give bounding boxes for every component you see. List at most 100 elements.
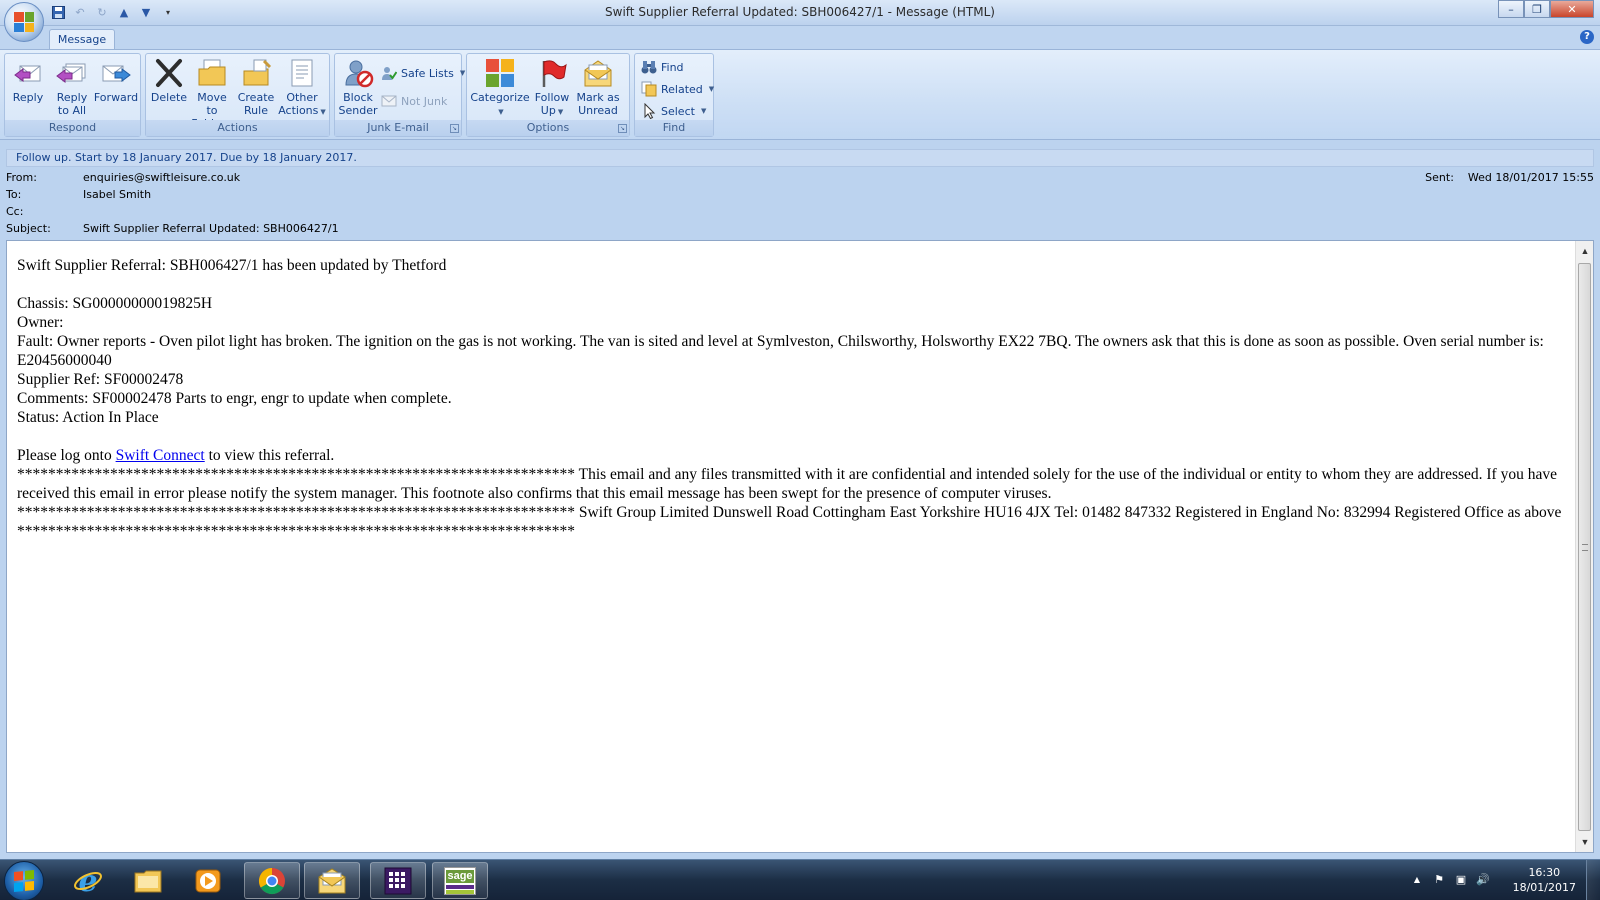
header-sent: Sent: Wed 18/01/2017 15:55 xyxy=(1425,169,1594,186)
network-icon[interactable]: ▣ xyxy=(1454,873,1468,887)
system-clock[interactable]: 16:30 18/01/2017 xyxy=(1513,865,1576,895)
body-disclaimer: ****************************************… xyxy=(17,466,1557,502)
subject-label: Subject: xyxy=(6,222,51,235)
move-to-folder-button[interactable]: Move to Folder▼ xyxy=(190,57,234,130)
cc-label: Cc: xyxy=(6,205,24,218)
taskbar-outlook[interactable] xyxy=(304,862,360,899)
swift-connect-link[interactable]: Swift Connect xyxy=(116,447,205,464)
subject-value: Swift Supplier Referral Updated: SBH0064… xyxy=(83,222,339,235)
follow-up-infobar[interactable]: Follow up. Start by 18 January 2017. Due… xyxy=(6,149,1594,167)
group-find: Find Related ▼ Select ▼ Find xyxy=(634,53,714,137)
body-intro: Swift Supplier Referral: SBH006427/1 has… xyxy=(17,257,447,274)
tab-message[interactable]: Message xyxy=(49,29,115,50)
body-comments: Comments: SF00002478 Parts to engr, engr… xyxy=(17,390,452,407)
ribbon-tab-row: Message ? xyxy=(0,26,1600,50)
group-junk-email: Block Sender Safe Lists ▼ Not Junk Junk E… xyxy=(334,53,465,137)
windows-logo-icon xyxy=(14,869,34,893)
header-to: To: Isabel Smith xyxy=(6,186,1306,203)
volume-icon[interactable]: 🔊 xyxy=(1476,873,1490,887)
body-fault: Fault: Owner reports - Oven pilot light … xyxy=(17,333,1544,369)
to-label: To: xyxy=(6,188,22,201)
follow-up-button[interactable]: Follow Up ▼ xyxy=(531,57,573,119)
create-rule-icon xyxy=(240,57,272,89)
not-junk-button[interactable]: Not Junk xyxy=(381,92,447,110)
action-center-flag-icon[interactable]: ⚑ xyxy=(1432,873,1446,887)
show-desktop-button[interactable] xyxy=(1586,860,1600,900)
group-options: Categorize ▼ Follow Up ▼ Mark as Unread O… xyxy=(466,53,630,137)
taskbar: e sage ▲ ⚑ ▣ 🔊 16:30 18/01/2017 xyxy=(0,859,1600,900)
reply-icon xyxy=(12,57,44,89)
reply-button[interactable]: Reply xyxy=(9,57,47,119)
start-button[interactable] xyxy=(4,861,44,900)
related-icon xyxy=(641,81,657,97)
other-actions-icon xyxy=(286,57,318,89)
taskbar-file-explorer[interactable] xyxy=(120,862,176,899)
to-value[interactable]: Isabel Smith xyxy=(83,186,151,203)
folder-icon xyxy=(134,870,162,892)
create-rule-button[interactable]: Create Rule xyxy=(236,57,276,119)
taskbar-calculator-app[interactable] xyxy=(370,862,426,899)
sage-icon: sage xyxy=(444,866,476,895)
red-flag-icon xyxy=(536,57,568,89)
svg-text:e: e xyxy=(78,866,97,896)
window-title: Swift Supplier Referral Updated: SBH0064… xyxy=(605,5,995,19)
scrollbar-thumb[interactable] xyxy=(1578,263,1591,831)
dropdown-arrow-icon: ▼ xyxy=(498,108,504,116)
message-body-content: Swift Supplier Referral: SBH006427/1 has… xyxy=(17,256,1572,541)
dialog-launcher-icon[interactable]: ↘ xyxy=(618,124,627,133)
body-login-line: Please log onto Swift Connect to view th… xyxy=(17,447,335,464)
outlook-envelope-icon xyxy=(318,867,346,893)
other-actions-button[interactable]: Other Actions ▼ xyxy=(278,57,326,119)
unread-envelope-icon xyxy=(582,57,614,89)
dropdown-arrow-icon: ▼ xyxy=(700,107,707,115)
show-hidden-icons-icon[interactable]: ▲ xyxy=(1410,873,1424,887)
internet-explorer-icon: e xyxy=(74,866,102,896)
help-icon[interactable]: ? xyxy=(1580,30,1594,44)
related-button[interactable]: Related ▼ xyxy=(641,80,714,98)
taskbar-internet-explorer[interactable]: e xyxy=(60,862,116,899)
taskbar-chrome[interactable] xyxy=(244,862,300,899)
select-button[interactable]: Select ▼ xyxy=(641,102,706,120)
close-button[interactable]: ✕ xyxy=(1550,0,1594,18)
vertical-scrollbar[interactable]: ▲ ▼ xyxy=(1575,241,1593,852)
clock-date: 18/01/2017 xyxy=(1512,881,1576,894)
minimize-button[interactable]: – xyxy=(1498,0,1524,18)
from-value[interactable]: enquiries@swiftleisure.co.uk xyxy=(83,169,240,186)
body-status: Status: Action In Place xyxy=(17,409,159,426)
message-body[interactable]: Swift Supplier Referral: SBH006427/1 has… xyxy=(6,240,1594,853)
body-company-footer: ****************************************… xyxy=(17,504,1562,540)
clock-time: 16:30 xyxy=(1528,866,1561,879)
group-label-options: Options xyxy=(467,120,629,136)
block-sender-button[interactable]: Block Sender xyxy=(338,57,378,119)
scroll-up-arrow-icon[interactable]: ▲ xyxy=(1577,243,1593,259)
sent-label: Sent: xyxy=(1425,171,1454,184)
dialog-launcher-icon[interactable]: ↘ xyxy=(450,124,459,133)
sent-value: Wed 18/01/2017 15:55 xyxy=(1467,171,1594,184)
chrome-icon xyxy=(258,867,285,894)
body-owner: Owner: xyxy=(17,314,64,331)
safe-lists-button[interactable]: Safe Lists ▼ xyxy=(381,64,465,82)
find-button[interactable]: Find xyxy=(641,58,684,76)
dropdown-arrow-icon: ▼ xyxy=(459,69,466,77)
taskbar-media-player[interactable] xyxy=(180,862,236,899)
header-from: From: enquiries@swiftleisure.co.uk xyxy=(6,169,1306,186)
maximize-button[interactable]: ❐ xyxy=(1524,0,1550,18)
reply-all-button[interactable]: Reply to All xyxy=(51,57,93,119)
mark-as-unread-button[interactable]: Mark as Unread xyxy=(573,57,623,119)
forward-icon xyxy=(100,57,132,89)
dropdown-arrow-icon: ▼ xyxy=(708,85,715,93)
delete-button[interactable]: Delete xyxy=(150,57,188,119)
group-label-respond: Respond xyxy=(5,120,140,136)
office-button[interactable] xyxy=(4,2,44,42)
scroll-down-arrow-icon[interactable]: ▼ xyxy=(1577,834,1593,850)
ribbon: Reply Reply to All Forward Respond Delet… xyxy=(0,49,1600,140)
group-label-junk-email: Junk E-mail xyxy=(335,120,461,136)
categorize-button[interactable]: Categorize ▼ xyxy=(470,57,530,119)
safe-lists-icon xyxy=(381,65,398,81)
office-logo-icon xyxy=(14,12,34,32)
forward-button[interactable]: Forward xyxy=(93,57,139,119)
title-bar: ↶ ↻ ▲ ▼ ▾ Swift Supplier Referral Update… xyxy=(0,0,1600,26)
body-supplier-ref: Supplier Ref: SF00002478 xyxy=(17,371,184,388)
message-headers: From: enquiries@swiftleisure.co.uk To: I… xyxy=(6,169,1594,238)
taskbar-sage[interactable]: sage xyxy=(432,862,488,899)
